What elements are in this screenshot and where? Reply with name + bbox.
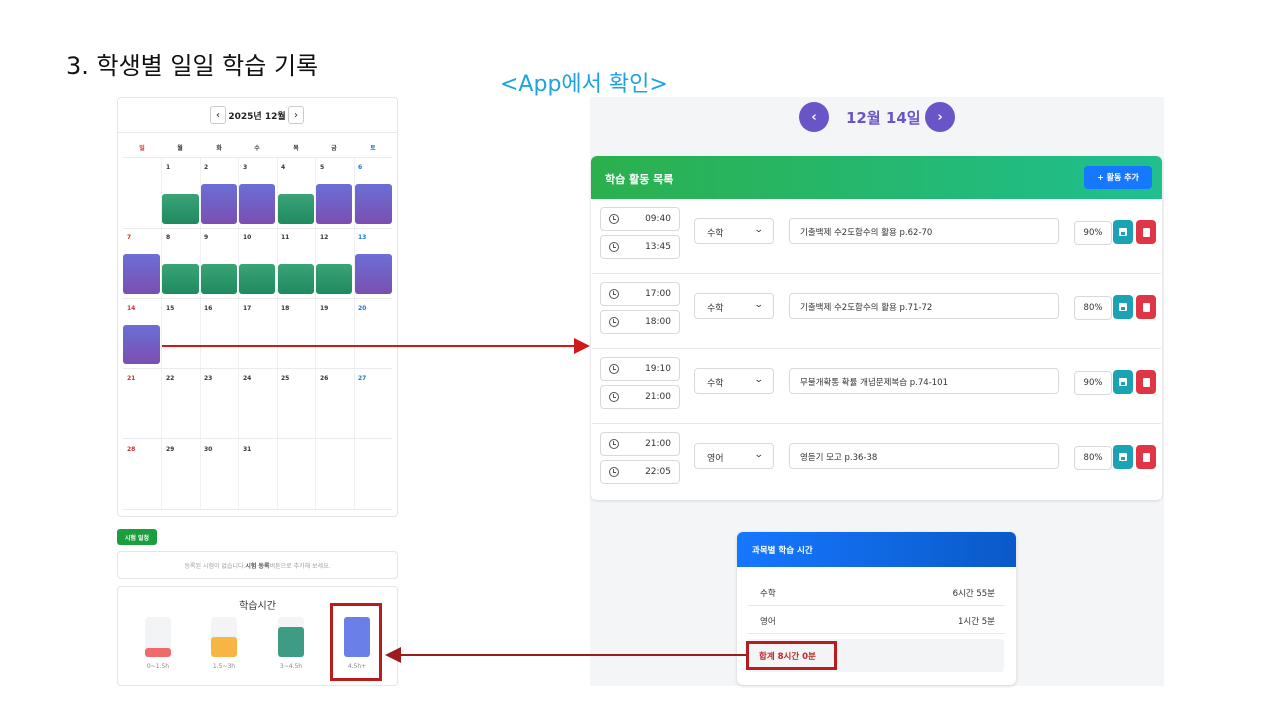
annotation-arrows (162, 338, 746, 663)
